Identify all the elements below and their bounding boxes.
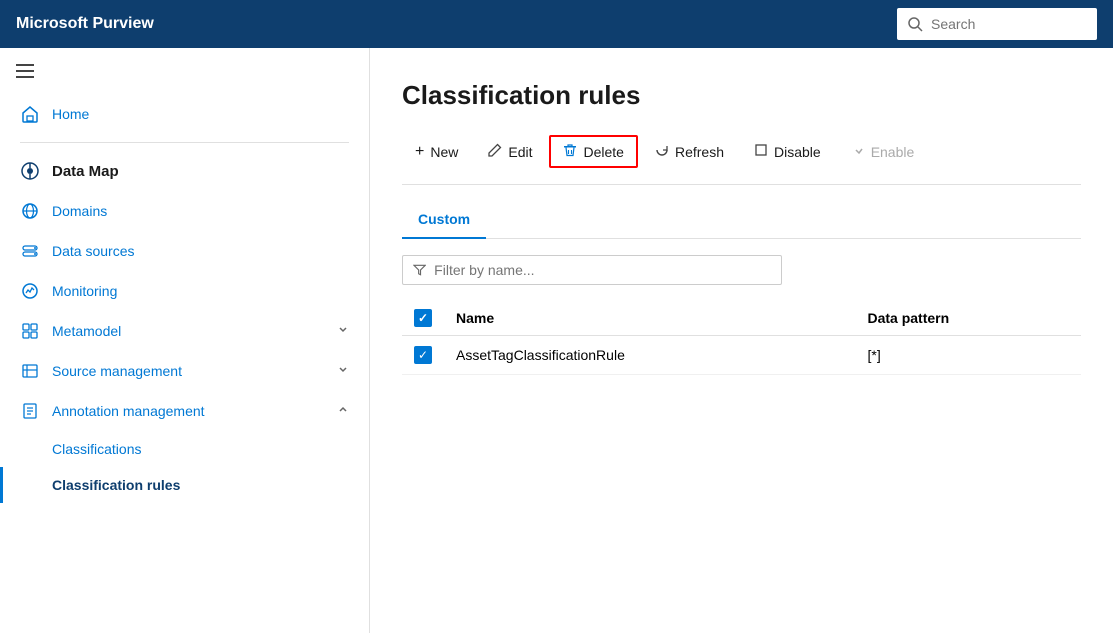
row-checkbox[interactable]: ✓: [414, 346, 432, 364]
table-container: ✓ Name Data pattern ✓: [402, 301, 1081, 633]
tabs: Custom: [402, 201, 1081, 239]
sidebar-item-classificationrules[interactable]: Classification rules: [0, 467, 369, 503]
sidebar-label-datamap: Data Map: [52, 163, 349, 180]
sidebar-item-domains[interactable]: Domains: [0, 191, 369, 231]
disable-icon: [754, 143, 768, 160]
sidebar-label-domains: Domains: [52, 203, 349, 219]
domains-icon: [20, 201, 40, 221]
annotation-submenu: Classifications Classification rules: [0, 431, 369, 503]
header-data-pattern: Data pattern: [855, 301, 1081, 336]
hamburger-button[interactable]: [0, 48, 369, 86]
sidebar-item-datasources[interactable]: Data sources: [0, 231, 369, 271]
sidebar-label-home: Home: [52, 106, 349, 122]
tab-custom[interactable]: Custom: [402, 201, 486, 239]
topbar: Microsoft Purview: [0, 0, 1113, 48]
filter-icon: [413, 263, 426, 277]
refresh-button[interactable]: Refresh: [642, 136, 737, 167]
plus-icon: +: [415, 143, 424, 161]
sidebar-label-classifications: Classifications: [52, 441, 349, 457]
main-layout: Home Data Map Domains Data sources: [0, 48, 1113, 633]
sidebar-item-home[interactable]: Home: [0, 94, 369, 134]
tab-custom-label: Custom: [418, 211, 470, 227]
edit-label: Edit: [508, 144, 532, 160]
toolbar: + New Edit Delete Refresh: [402, 135, 1081, 185]
sidebar-label-classificationrules: Classification rules: [52, 477, 349, 493]
sidebar-item-monitoring[interactable]: Monitoring: [0, 271, 369, 311]
annotationmanagement-icon: [20, 401, 40, 421]
header-checkbox[interactable]: ✓: [414, 309, 432, 327]
filter-row: [402, 255, 1081, 285]
disable-button[interactable]: Disable: [741, 136, 834, 167]
new-label: New: [430, 144, 458, 160]
new-button[interactable]: + New: [402, 136, 471, 168]
sidebar-item-datamap[interactable]: Data Map: [0, 151, 369, 191]
sidebar-label-datasources: Data sources: [52, 243, 349, 259]
sourcemanagement-icon: [20, 361, 40, 381]
header-name: Name: [444, 301, 855, 336]
metamodel-icon: [20, 321, 40, 341]
sidebar-label-sourcemanagement: Source management: [52, 363, 325, 379]
sidebar-item-classifications[interactable]: Classifications: [0, 431, 369, 467]
search-box[interactable]: [897, 8, 1097, 40]
classification-rules-table: ✓ Name Data pattern ✓: [402, 301, 1081, 375]
sourcemanagement-chevron-icon: [337, 363, 349, 379]
enable-label: Enable: [871, 144, 915, 160]
search-input[interactable]: [931, 16, 1087, 32]
sidebar: Home Data Map Domains Data sources: [0, 48, 370, 633]
filter-input[interactable]: [434, 262, 771, 278]
filter-input-box[interactable]: [402, 255, 782, 285]
edit-button[interactable]: Edit: [475, 136, 545, 167]
row-checkbox-cell[interactable]: ✓: [402, 336, 444, 375]
sidebar-label-metamodel: Metamodel: [52, 323, 325, 339]
sidebar-item-metamodel[interactable]: Metamodel: [0, 311, 369, 351]
hamburger-icon: [16, 64, 353, 78]
monitoring-icon: [20, 281, 40, 301]
row-name-cell: AssetTagClassificationRule: [444, 336, 855, 375]
content-area: Classification rules + New Edit Delete: [370, 48, 1113, 633]
sidebar-divider: [20, 142, 349, 143]
table-body: ✓ AssetTagClassificationRule [*]: [402, 336, 1081, 375]
sidebar-item-sourcemanagement[interactable]: Source management: [0, 351, 369, 391]
header-checkbox-col: ✓: [402, 301, 444, 336]
delete-label: Delete: [583, 144, 623, 160]
row-datapattern-cell: [*]: [855, 336, 1081, 375]
enable-button[interactable]: Enable: [838, 136, 928, 167]
datasources-icon: [20, 241, 40, 261]
sidebar-label-monitoring: Monitoring: [52, 283, 349, 299]
datamap-icon: [20, 161, 40, 181]
enable-icon: [851, 143, 865, 160]
disable-label: Disable: [774, 144, 821, 160]
search-icon: [907, 16, 923, 32]
metamodel-chevron-icon: [337, 323, 349, 339]
app-title: Microsoft Purview: [16, 15, 897, 33]
sidebar-label-annotationmanagement: Annotation management: [52, 403, 325, 419]
refresh-label: Refresh: [675, 144, 724, 160]
sidebar-item-annotationmanagement[interactable]: Annotation management: [0, 391, 369, 431]
sidebar-nav: Home Data Map Domains Data sources: [0, 86, 369, 511]
delete-button[interactable]: Delete: [549, 135, 637, 168]
table-header: ✓ Name Data pattern: [402, 301, 1081, 336]
refresh-icon: [655, 143, 669, 160]
annotationmanagement-chevron-icon: [337, 403, 349, 419]
home-icon: [20, 104, 40, 124]
trash-icon: [563, 143, 577, 160]
edit-icon: [488, 143, 502, 160]
table-row[interactable]: ✓ AssetTagClassificationRule [*]: [402, 336, 1081, 375]
page-title: Classification rules: [402, 80, 1081, 111]
